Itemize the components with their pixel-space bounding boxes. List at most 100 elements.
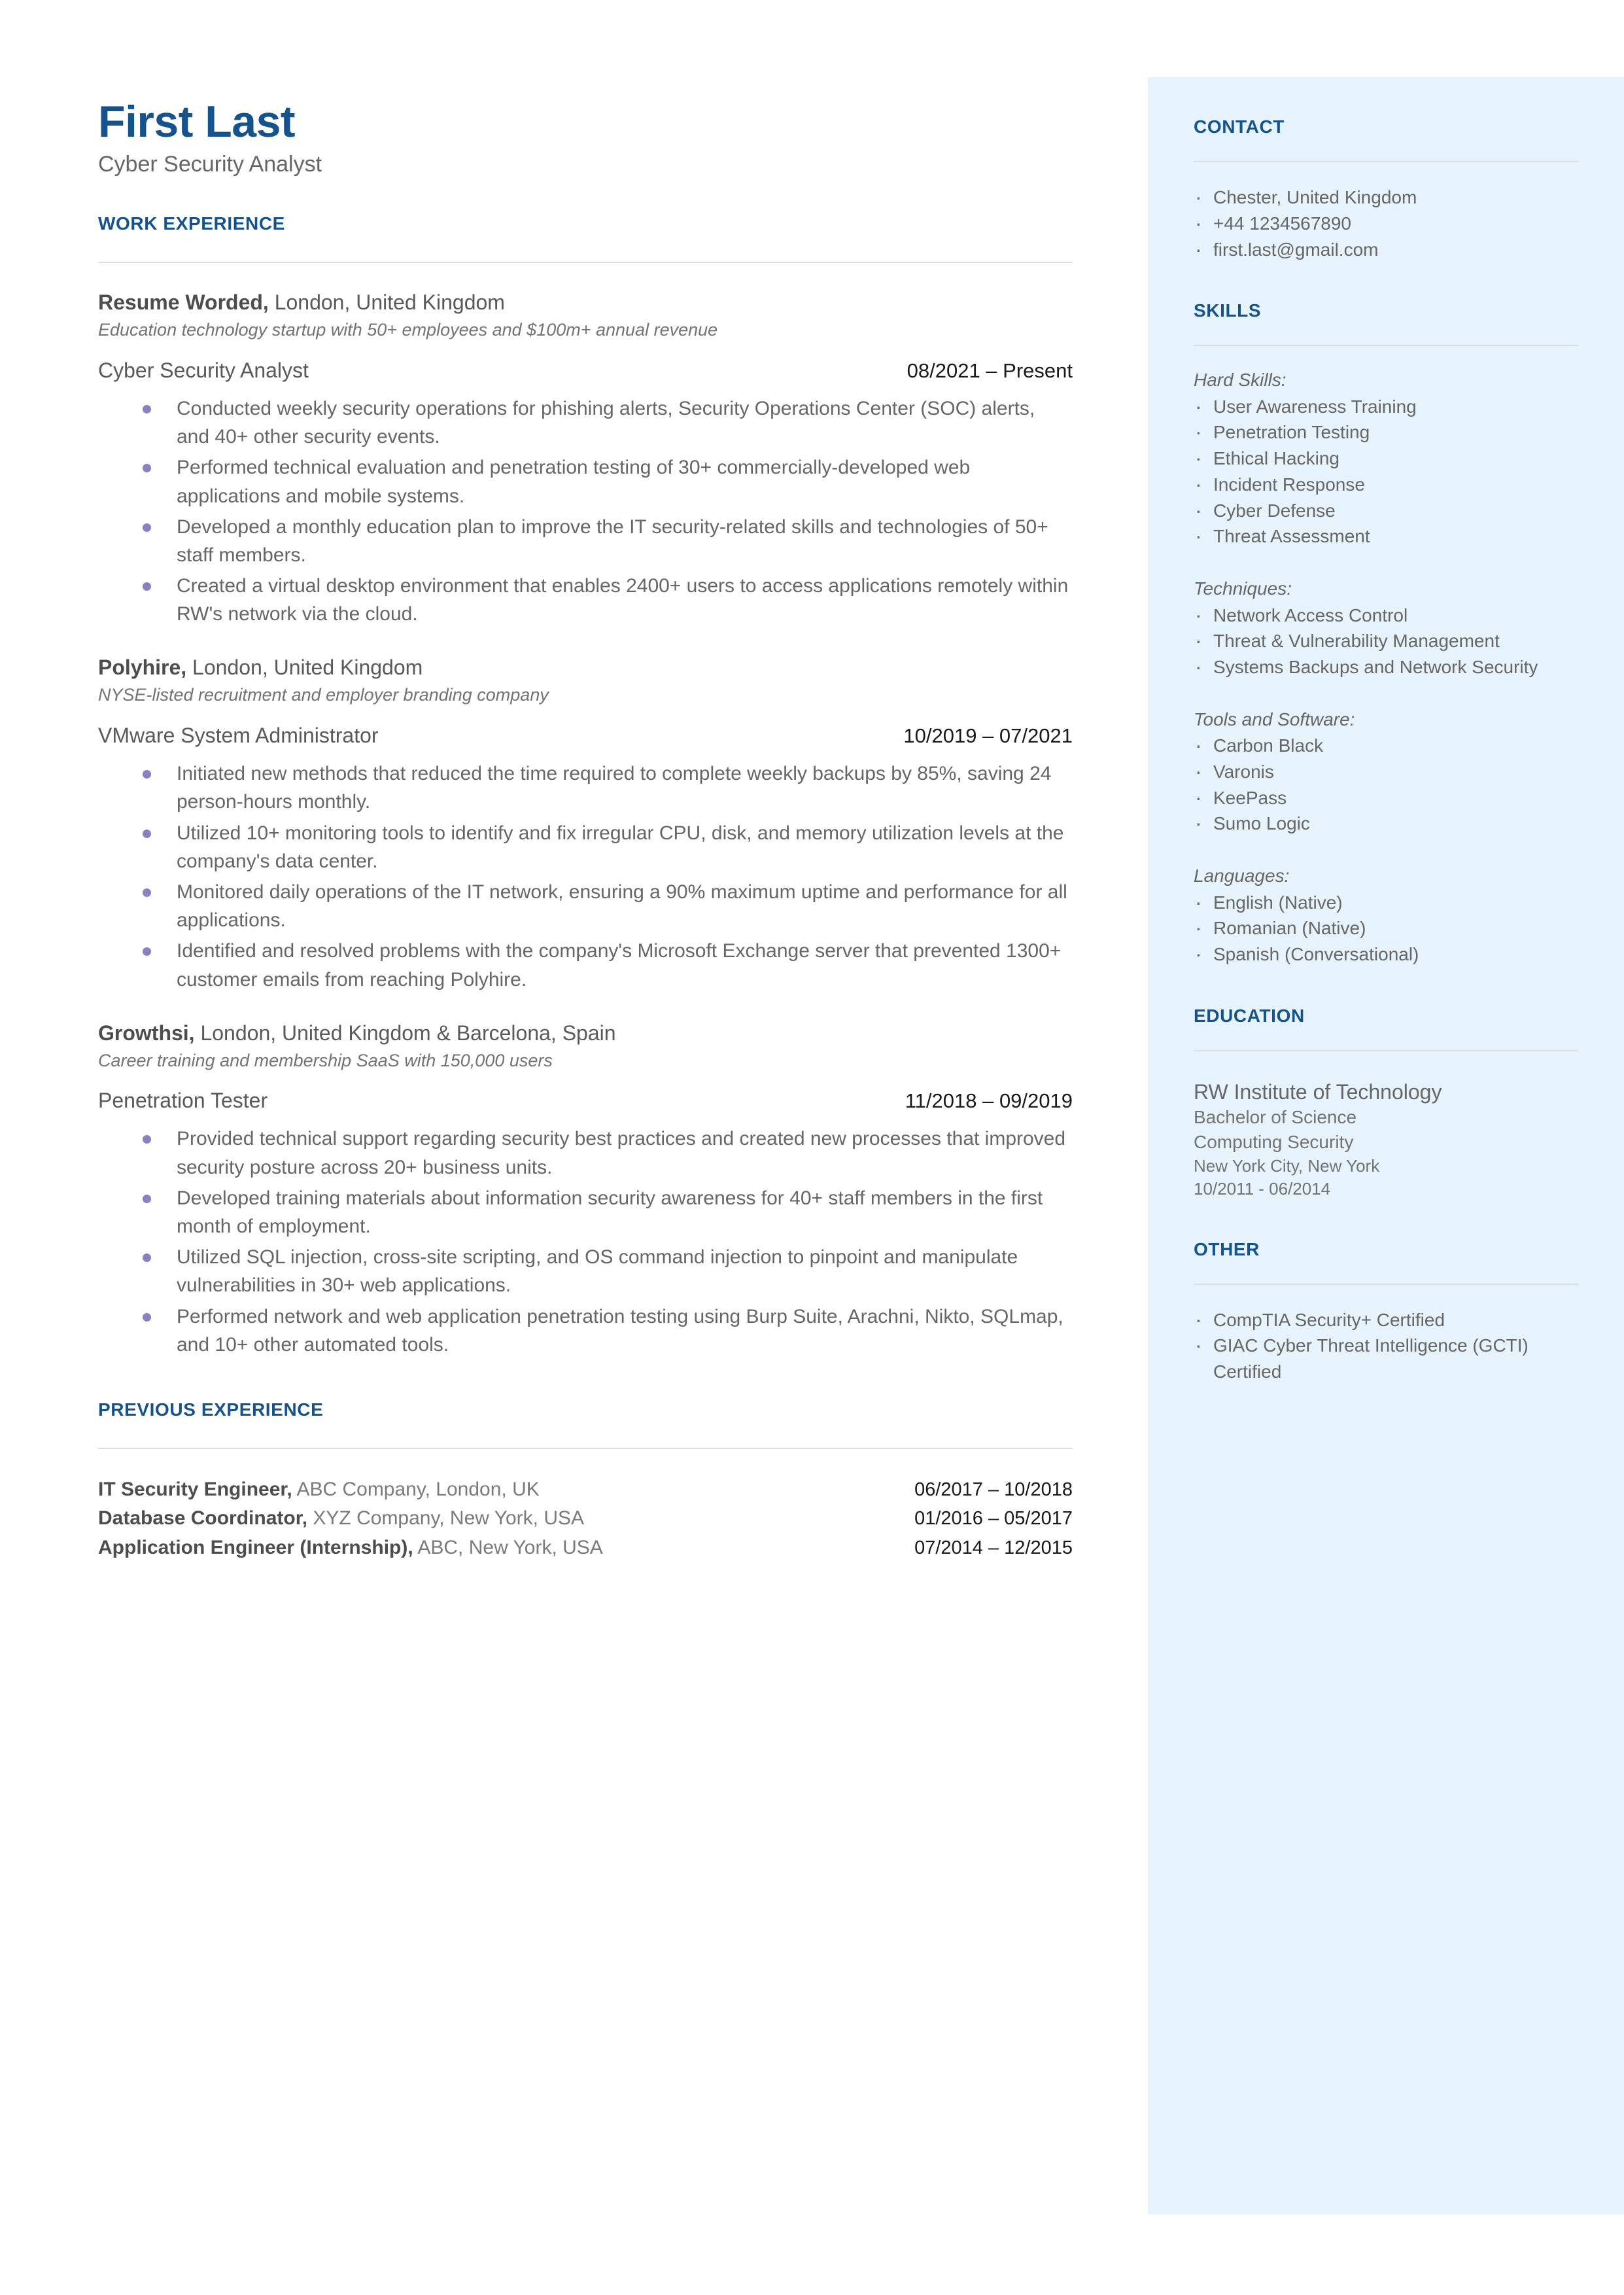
job-date-range: 10/2019 – 07/2021 bbox=[903, 724, 1073, 748]
previous-experience-list: IT Security Engineer, ABC Company, Londo… bbox=[98, 1475, 1073, 1562]
candidate-name: First Last bbox=[98, 97, 296, 147]
skill-group-label: Hard Skills: bbox=[1194, 370, 1287, 391]
job-company-name: Polyhire, bbox=[98, 656, 187, 680]
previous-experience-label: IT Security Engineer, ABC Company, Londo… bbox=[98, 1475, 540, 1504]
sidebar-panel: CONTACT Chester, United Kingdom+44 12345… bbox=[1148, 77, 1624, 2215]
job-company-location: London, United Kingdom bbox=[186, 656, 423, 680]
education-degree: Bachelor of Science bbox=[1194, 1106, 1357, 1127]
job-company-name: Growthsi, bbox=[98, 1021, 195, 1045]
job-company-description: NYSE-listed recruitment and employer bra… bbox=[98, 685, 549, 705]
skill-group-list: User Awareness TrainingPenetration Testi… bbox=[1194, 392, 1578, 552]
work-experience-list: Resume Worded, London, United Kingdom Edu… bbox=[98, 289, 1073, 1359]
education-school: RW Institute of Technology bbox=[1194, 1079, 1442, 1104]
work-experience-entry: Growthsi, London, United Kingdom & Barce… bbox=[98, 1020, 1073, 1359]
work-experience-entry: Resume Worded, London, United Kingdom Edu… bbox=[98, 289, 1073, 628]
previous-experience-company: XYZ Company, New York, USA bbox=[307, 1507, 585, 1530]
skill-item: English (Native) bbox=[1194, 888, 1578, 917]
section-divider-work-experience bbox=[98, 262, 1073, 264]
skill-group-list: Network Access ControlThreat & Vulnerabi… bbox=[1194, 601, 1578, 682]
previous-experience-dates: 01/2016 – 05/2017 bbox=[914, 1508, 1073, 1530]
previous-experience-company: ABC, New York, USA bbox=[413, 1536, 603, 1558]
job-company-line: Growthsi, London, United Kingdom & Barce… bbox=[98, 1020, 1073, 1046]
skill-item: Carbon Black bbox=[1194, 731, 1578, 760]
previous-experience-label: Application Engineer (Internship), ABC, … bbox=[98, 1533, 603, 1562]
main-content-column: First Last Cyber Security Analyst WORK E… bbox=[98, 97, 1073, 1562]
contact-item[interactable]: Chester, United Kingdom bbox=[1194, 183, 1578, 212]
skill-group: Techniques:Network Access ControlThreat … bbox=[1194, 577, 1578, 682]
skill-item: Cyber Defense bbox=[1194, 496, 1578, 525]
job-bullet-item: Identified and resolved problems with th… bbox=[143, 937, 1073, 993]
contact-item[interactable]: +44 1234567890 bbox=[1194, 209, 1578, 238]
skill-group-label: Languages: bbox=[1194, 866, 1290, 886]
contact-item[interactable]: first.last@gmail.com bbox=[1194, 235, 1578, 264]
job-role-title: VMware System Administrator bbox=[98, 724, 379, 748]
sidebar-section-title-skills: SKILLS bbox=[1194, 300, 1262, 321]
job-bullet-item: Performed technical evaluation and penet… bbox=[143, 453, 1073, 510]
job-bullet-list: Initiated new methods that reduced the t… bbox=[98, 760, 1073, 994]
job-bullet-item: Utilized SQL injection, cross-site scrip… bbox=[143, 1243, 1073, 1299]
skill-group-label: Tools and Software: bbox=[1194, 709, 1355, 729]
previous-experience-dates: 07/2014 – 12/2015 bbox=[914, 1537, 1073, 1558]
education-dates: 10/2011 - 06/2014 bbox=[1194, 1179, 1331, 1199]
section-title-previous-experience: PREVIOUS EXPERIENCE bbox=[98, 1399, 324, 1420]
skill-item: User Awareness Training bbox=[1194, 392, 1578, 421]
education-location: New York City, New York bbox=[1194, 1155, 1380, 1176]
skill-item: Romanian (Native) bbox=[1194, 913, 1578, 943]
skill-item: Penetration Testing bbox=[1194, 417, 1578, 447]
job-role-title: Penetration Tester bbox=[98, 1089, 268, 1113]
other-item: GIAC Cyber Threat Intelligence (GCTI) Ce… bbox=[1194, 1331, 1578, 1385]
skill-item: Systems Backups and Network Security bbox=[1194, 652, 1578, 682]
work-experience-entry: Polyhire, London, United Kingdom NYSE-lis… bbox=[98, 654, 1073, 993]
previous-experience-row: IT Security Engineer, ABC Company, Londo… bbox=[98, 1475, 1073, 1504]
job-company-location: London, United Kingdom & Barcelona, Spai… bbox=[194, 1021, 616, 1045]
job-role-row: VMware System Administrator 10/2019 – 07/… bbox=[98, 724, 1073, 748]
candidate-headline: Cyber Security Analyst bbox=[98, 152, 322, 177]
skill-item: Ethical Hacking bbox=[1194, 444, 1578, 473]
job-role-title: Cyber Security Analyst bbox=[98, 358, 309, 382]
previous-experience-role: IT Security Engineer, bbox=[98, 1478, 292, 1500]
job-bullet-item: Performed network and web application pe… bbox=[143, 1303, 1073, 1359]
job-company-description: Education technology startup with 50+ em… bbox=[98, 320, 718, 340]
sidebar-divider-skills bbox=[1194, 345, 1578, 347]
skill-item: Sumo Logic bbox=[1194, 809, 1578, 838]
skill-item: KeePass bbox=[1194, 783, 1578, 813]
job-bullet-item: Conducted weekly security operations for… bbox=[143, 394, 1073, 451]
section-divider-previous-experience bbox=[98, 1447, 1073, 1449]
sidebar-divider-education bbox=[1194, 1049, 1578, 1051]
sidebar-section-title-contact: CONTACT bbox=[1194, 116, 1285, 137]
skill-group: Languages:English (Native)Romanian (Nati… bbox=[1194, 864, 1578, 970]
sidebar-divider-other bbox=[1194, 1283, 1578, 1285]
job-bullet-item: Created a virtual desktop environment th… bbox=[143, 572, 1073, 628]
skill-item: Threat & Vulnerability Management bbox=[1194, 626, 1578, 656]
sidebar-section-title-education: EDUCATION bbox=[1194, 1005, 1305, 1026]
job-date-range: 11/2018 – 09/2019 bbox=[905, 1089, 1073, 1113]
skill-group-list: English (Native)Romanian (Native)Spanish… bbox=[1194, 888, 1578, 970]
skills-groups: Hard Skills:User Awareness TrainingPenet… bbox=[1194, 368, 1578, 970]
previous-experience-row: Application Engineer (Internship), ABC, … bbox=[98, 1533, 1073, 1562]
job-bullet-item: Initiated new methods that reduced the t… bbox=[143, 760, 1073, 816]
other-list: CompTIA Security+ CertifiedGIAC Cyber Th… bbox=[1194, 1305, 1578, 1385]
job-bullet-item: Utilized 10+ monitoring tools to identif… bbox=[143, 819, 1073, 875]
skill-item: Network Access Control bbox=[1194, 601, 1578, 630]
contact-list: Chester, United Kingdom+44 1234567890fir… bbox=[1194, 183, 1578, 264]
previous-experience-company: ABC Company, London, UK bbox=[292, 1478, 540, 1500]
skill-item: Threat Assessment bbox=[1194, 521, 1578, 551]
job-company-location: London, United Kingdom bbox=[268, 290, 505, 315]
skill-item: Spanish (Conversational) bbox=[1194, 939, 1578, 969]
education-field: Computing Security bbox=[1194, 1131, 1354, 1152]
job-company-line: Resume Worded, London, United Kingdom bbox=[98, 289, 1073, 315]
job-company-line: Polyhire, London, United Kingdom bbox=[98, 654, 1073, 680]
previous-experience-row: Database Coordinator, XYZ Company, New Y… bbox=[98, 1504, 1073, 1533]
section-title-work-experience: WORK EXPERIENCE bbox=[98, 213, 285, 234]
previous-experience-role: Database Coordinator, bbox=[98, 1507, 308, 1530]
job-bullet-item: Provided technical support regarding sec… bbox=[143, 1125, 1073, 1181]
sidebar-divider-contact bbox=[1194, 161, 1578, 162]
job-role-row: Cyber Security Analyst 08/2021 – Present bbox=[98, 359, 1073, 383]
skill-group-list: Carbon BlackVaronisKeePassSumo Logic bbox=[1194, 731, 1578, 838]
job-bullet-item: Developed training materials about infor… bbox=[143, 1184, 1073, 1240]
previous-experience-dates: 06/2017 – 10/2018 bbox=[914, 1479, 1073, 1500]
job-bullet-list: Provided technical support regarding sec… bbox=[98, 1125, 1073, 1359]
previous-experience-role: Application Engineer (Internship), bbox=[98, 1536, 413, 1558]
previous-experience-label: Database Coordinator, XYZ Company, New Y… bbox=[98, 1504, 584, 1533]
job-company-description: Career training and membership SaaS with… bbox=[98, 1050, 553, 1070]
